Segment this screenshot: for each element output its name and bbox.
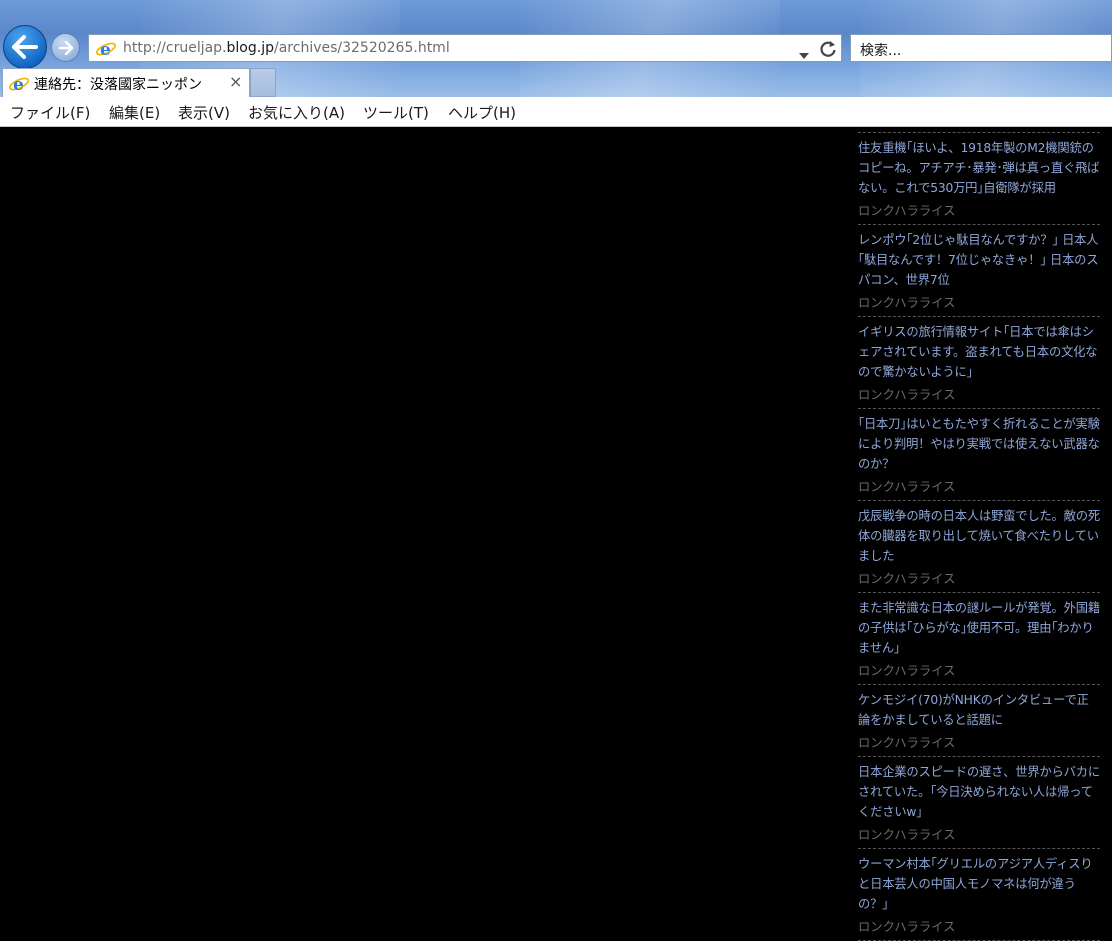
article-link[interactable]: レンポウ｢2位じゃ駄目なんですか？｣ 日本人｢駄目なんです！7位じゃなきゃ！｣ … <box>858 230 1100 290</box>
browser-chrome: e http://crueljap.blog.jp/archives/32520… <box>0 0 1112 97</box>
article-link[interactable]: 戊辰戦争の時の日本人は野蛮でした。敵の死体の臓器を取り出して焼いて食べたりしてい… <box>858 506 1100 566</box>
menu-tools[interactable]: ツール(T) <box>363 102 429 123</box>
article-link[interactable]: ウーマン村本｢グリエルのアジア人ディスりと日本芸人の中国人モノマネは何が違うの？… <box>858 854 1100 914</box>
back-button[interactable] <box>3 25 47 69</box>
svg-text:e: e <box>13 75 24 94</box>
forward-button[interactable] <box>51 33 80 62</box>
tab-active[interactable]: e 連絡先：没落國家ニッポン × <box>2 68 250 97</box>
search-placeholder: 検索... <box>860 43 902 59</box>
list-item: ｢日本刀｣はいともたやすく折れることが実験により判明！やはり実戦では使えない武器… <box>858 409 1100 501</box>
list-item: また非常識な日本の謎ルールが発覚。外国籍の子供は｢ひらがな｣使用不可。理由｢わか… <box>858 593 1100 685</box>
article-link[interactable]: また非常識な日本の謎ルールが発覚。外国籍の子供は｢ひらがな｣使用不可。理由｢わか… <box>858 598 1100 658</box>
refresh-icon[interactable] <box>818 39 838 63</box>
source-link[interactable]: ロンクハラライス <box>858 385 1100 405</box>
sidebar-article-list: 住友重機｢ほいよ、1918年製のM2機関銃のコピーね。アチアチ･暴発･弾は真っ直… <box>858 128 1100 941</box>
svg-text:e: e <box>100 40 111 59</box>
list-item: レンポウ｢2位じゃ駄目なんですか？｣ 日本人｢駄目なんです！7位じゃなきゃ！｣ … <box>858 225 1100 317</box>
url-text[interactable]: http://crueljap.blog.jp/archives/3252026… <box>123 40 450 56</box>
list-item: イギリスの旅行情報サイト｢日本では傘はシェアされています。盗まれても日本の文化な… <box>858 317 1100 409</box>
menu-bar: ファイル(F) 編集(E) 表示(V) お気に入り(A) ツール(T) ヘルプ(… <box>0 97 1112 127</box>
tab-title: 連絡先：没落國家ニッポン <box>34 77 202 93</box>
ie-logo-icon: e <box>8 74 30 97</box>
search-input[interactable]: 検索... <box>850 34 1112 62</box>
source-link[interactable]: ロンクハラライス <box>858 569 1100 589</box>
back-arrow-icon <box>12 35 38 59</box>
list-item: 住友重機｢ほいよ、1918年製のM2機関銃のコピーね。アチアチ･暴発･弾は真っ直… <box>858 133 1100 225</box>
source-link[interactable]: ロンクハラライス <box>858 201 1100 221</box>
source-link[interactable]: ロンクハラライス <box>858 293 1100 313</box>
list-item: 戊辰戦争の時の日本人は野蛮でした。敵の死体の臓器を取り出して焼いて食べたりしてい… <box>858 501 1100 593</box>
ie-logo-icon: e <box>95 39 117 63</box>
article-link[interactable]: ｢日本刀｣はいともたやすく折れることが実験により判明！やはり実戦では使えない武器… <box>858 414 1100 474</box>
close-icon[interactable]: × <box>229 72 242 91</box>
menu-file[interactable]: ファイル(F) <box>10 102 90 123</box>
menu-help[interactable]: ヘルプ(H) <box>448 102 516 123</box>
source-link[interactable]: ロンクハラライス <box>858 825 1100 845</box>
forward-arrow-icon <box>58 40 73 55</box>
article-link[interactable]: イギリスの旅行情報サイト｢日本では傘はシェアされています。盗まれても日本の文化な… <box>858 322 1100 382</box>
article-link[interactable]: ケンモジイ(70)がNHKのインタビューで正論をかましていると話題に <box>858 690 1100 730</box>
address-bar[interactable]: e http://crueljap.blog.jp/archives/32520… <box>88 34 842 62</box>
list-item: ケンモジイ(70)がNHKのインタビューで正論をかましていると話題に ロンクハラ… <box>858 685 1100 757</box>
menu-view[interactable]: 表示(V) <box>178 102 230 123</box>
source-link[interactable]: ロンクハラライス <box>858 917 1100 937</box>
list-item: 日本企業のスピードの遅さ、世界からバカにされていた。｢今日決められない人は帰って… <box>858 757 1100 849</box>
source-link[interactable]: ロンクハラライス <box>858 477 1100 497</box>
article-link[interactable]: 日本企業のスピードの遅さ、世界からバカにされていた。｢今日決められない人は帰って… <box>858 762 1100 822</box>
list-item: ウーマン村本｢グリエルのアジア人ディスりと日本芸人の中国人モノマネは何が違うの？… <box>858 849 1100 941</box>
new-tab-button[interactable] <box>250 68 276 97</box>
article-link[interactable]: 住友重機｢ほいよ、1918年製のM2機関銃のコピーね。アチアチ･暴発･弾は真っ直… <box>858 138 1100 198</box>
menu-edit[interactable]: 編集(E) <box>109 102 160 123</box>
menu-favorites[interactable]: お気に入り(A) <box>248 102 345 123</box>
source-link[interactable]: ロンクハラライス <box>858 733 1100 753</box>
source-link[interactable]: ロンクハラライス <box>858 661 1100 681</box>
chevron-down-icon[interactable] <box>798 45 810 64</box>
